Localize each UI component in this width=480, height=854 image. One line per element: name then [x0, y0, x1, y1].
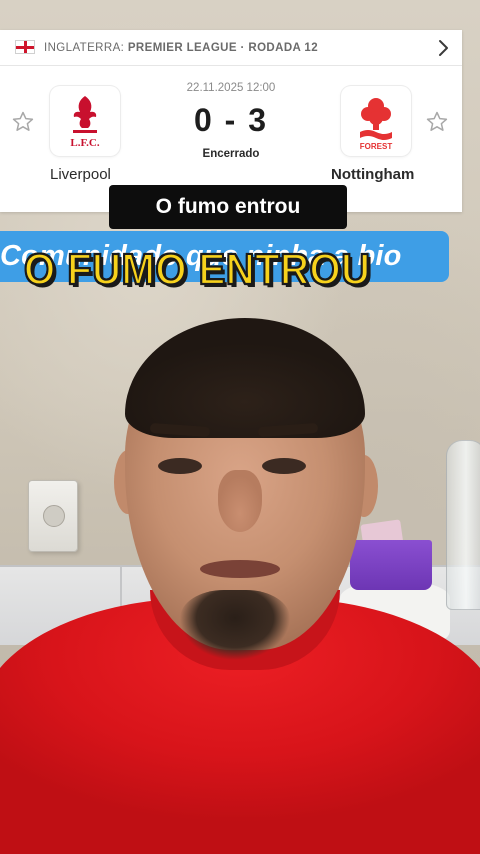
england-flag-icon — [15, 40, 35, 54]
match-datetime: 22.11.2025 12:00 — [186, 82, 276, 94]
competition-league: PREMIER LEAGUE · RODADA 12 — [127, 42, 319, 54]
top-caption: O fumo entrou — [109, 185, 347, 229]
left-eye — [158, 458, 202, 474]
away-team-name[interactable]: Nottingham — [331, 166, 414, 183]
hair — [125, 318, 365, 438]
goatee — [180, 590, 290, 660]
right-eye — [262, 458, 306, 474]
competition-label: INGLATERRA: PREMIER LEAGUE · RODADA 12 — [44, 42, 318, 54]
match-status: Encerrado — [202, 148, 260, 160]
match-score: 0 - 3 — [193, 102, 269, 138]
main-caption: O FUMO ENTROU — [23, 245, 371, 295]
home-team-name[interactable]: Liverpool — [50, 166, 111, 183]
nose — [218, 470, 262, 532]
competition-country: INGLATERRA: — [44, 42, 125, 54]
competition-header[interactable]: INGLATERRA: PREMIER LEAGUE · RODADA 12 — [0, 30, 462, 66]
chevron-right-icon[interactable] — [433, 38, 453, 58]
mouth — [200, 560, 280, 578]
